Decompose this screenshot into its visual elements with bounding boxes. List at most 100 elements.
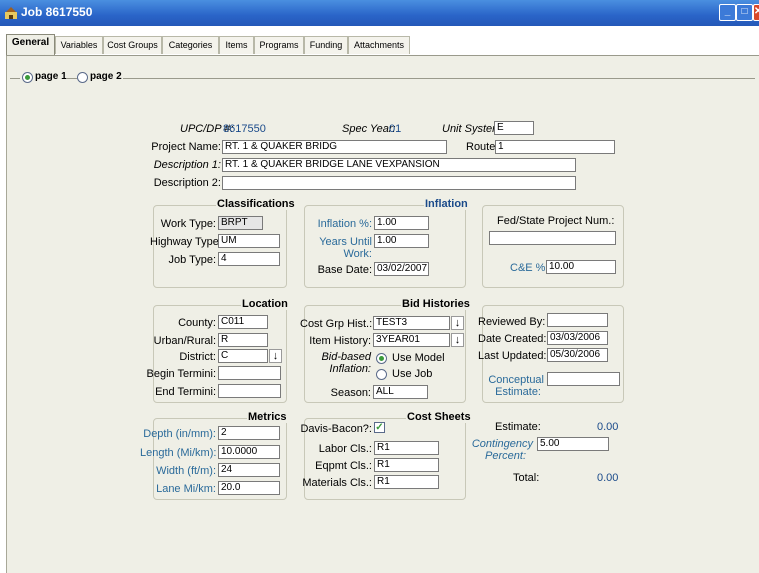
eqpmt-cls-label: Eqpmt Cls.: — [315, 460, 372, 472]
begin-termini-label: Begin Termini: — [146, 368, 217, 380]
use-job-label: Use Job — [392, 368, 433, 380]
conceptual-estimate-field[interactable] — [547, 372, 620, 386]
page-2-label: page 2 — [90, 71, 122, 82]
contingency-field[interactable]: 5.00 — [537, 437, 609, 451]
last-updated-field[interactable]: 05/30/2006 — [547, 348, 608, 362]
work-type-label: Work Type: — [160, 218, 216, 230]
page-2-radio[interactable] — [77, 72, 88, 83]
cost-grp-hist-label: Cost Grp Hist.: — [300, 318, 373, 330]
season-label: Season: — [330, 387, 371, 399]
spec-year-label: Spec Year: — [342, 123, 396, 135]
date-created-field[interactable]: 03/03/2006 — [547, 331, 608, 345]
ce-pct-field[interactable]: 10.00 — [546, 260, 616, 274]
bid-based-label: Bid-based — [321, 351, 371, 363]
bid-histories-title: Bid Histories — [401, 298, 471, 310]
description-1-field[interactable]: RT. 1 & QUAKER BRIDGE LANE VEXPANSION — [222, 158, 576, 172]
job-type-label: Job Type: — [168, 254, 217, 266]
base-date-field[interactable]: 03/02/2007 — [374, 262, 429, 276]
district-field[interactable]: C — [218, 349, 268, 363]
spec-year-value: 01 — [389, 123, 402, 135]
depth-label: Depth (in/mm): — [143, 428, 216, 440]
title-bar: Job 8617550 _ □ ✕ — [0, 0, 759, 26]
length-field[interactable]: 10.0000 — [218, 445, 280, 459]
county-label: County: — [178, 317, 216, 329]
classifications-title: Classifications — [216, 198, 296, 210]
urban-rural-label: Urban/Rural: — [153, 335, 216, 347]
unit-system-field[interactable]: E — [494, 121, 534, 135]
use-model-label: Use Model — [392, 352, 445, 364]
route-label: Route: — [466, 141, 499, 153]
years-until-field[interactable]: 1.00 — [374, 234, 429, 248]
tab-variables[interactable]: Variables — [55, 36, 103, 54]
tab-general[interactable]: General — [6, 34, 55, 55]
last-updated-label: Last Updated: — [478, 350, 547, 362]
item-history-field[interactable]: 3YEAR01 — [373, 333, 450, 347]
district-label: District: — [179, 351, 216, 363]
davis-bacon-label: Davis-Bacon?: — [300, 423, 372, 435]
eqpmt-cls-field[interactable]: R1 — [374, 458, 439, 472]
materials-cls-field[interactable]: R1 — [374, 475, 439, 489]
minimize-button[interactable]: _ — [719, 4, 736, 21]
project-name-label: Project Name: — [151, 141, 221, 153]
bid-based-label-2: Inflation: — [329, 363, 371, 375]
end-termini-field[interactable] — [218, 384, 281, 398]
labor-cls-field[interactable]: R1 — [374, 441, 439, 455]
location-title: Location — [241, 298, 289, 310]
lane-label: Lane Mi/km: — [156, 483, 216, 495]
width-field[interactable]: 24 — [218, 463, 280, 477]
width-label: Width (ft/m): — [156, 465, 216, 477]
inflation-pct-field[interactable]: 1.00 — [374, 216, 429, 230]
urban-rural-field[interactable]: R — [218, 333, 268, 347]
tab-items[interactable]: Items — [219, 36, 254, 54]
highway-type-label: Highway Type: — [150, 236, 222, 248]
job-type-field[interactable]: 4 — [218, 252, 280, 266]
maximize-button[interactable]: □ — [736, 4, 753, 21]
reviewed-by-label: Reviewed By: — [478, 316, 546, 328]
close-button[interactable]: ✕ — [753, 4, 759, 21]
tab-funding[interactable]: Funding — [304, 36, 348, 54]
season-field[interactable]: ALL — [373, 385, 428, 399]
district-dropdown-arrow-icon[interactable]: ↓ — [269, 349, 282, 363]
use-job-radio[interactable] — [376, 369, 387, 380]
fed-state-field[interactable] — [489, 231, 616, 245]
use-model-radio[interactable] — [376, 353, 387, 364]
estimate-value: 0.00 — [597, 421, 619, 433]
materials-cls-label: Materials Cls.: — [302, 477, 372, 489]
reviewed-by-field[interactable] — [547, 313, 608, 327]
lane-field[interactable]: 20.0 — [218, 481, 280, 495]
page-1-label: page 1 — [35, 71, 67, 82]
page-row-line-right — [123, 78, 755, 79]
years-until-label-2: Work: — [343, 248, 372, 260]
cost-grp-dropdown-arrow-icon[interactable]: ↓ — [451, 316, 464, 330]
item-history-dropdown-arrow-icon[interactable]: ↓ — [451, 333, 464, 347]
metrics-title: Metrics — [247, 411, 288, 423]
tab-categories[interactable]: Categories — [162, 36, 219, 54]
page-1-radio[interactable] — [22, 72, 33, 83]
estimate-label: Estimate: — [495, 421, 541, 433]
end-termini-label: End Termini: — [155, 386, 216, 398]
tab-cost-groups[interactable]: Cost Groups — [103, 36, 162, 54]
date-created-label: Date Created: — [478, 333, 547, 345]
inflation-pct-label: Inflation %: — [317, 218, 372, 230]
project-name-field[interactable]: RT. 1 & QUAKER BRIDG — [222, 140, 447, 154]
contingency-label-2: Percent: — [485, 450, 526, 462]
route-field[interactable]: 1 — [495, 140, 615, 154]
conceptual-estimate-label: Conceptual — [488, 374, 544, 386]
depth-field[interactable]: 2 — [218, 426, 280, 440]
cost-grp-hist-field[interactable]: TEST3 — [373, 316, 450, 330]
labor-cls-label: Labor Cls.: — [318, 443, 372, 455]
work-type-field[interactable]: BRPT — [218, 216, 263, 230]
fed-state-label: Fed/State Project Num.: — [497, 215, 615, 227]
length-label: Length (Mi/km): — [140, 447, 217, 459]
tab-programs[interactable]: Programs — [254, 36, 304, 54]
total-label: Total: — [513, 472, 540, 484]
window-title: Job 8617550 — [21, 5, 93, 19]
tab-attachments[interactable]: Attachments — [348, 36, 410, 54]
description-2-label: Description 2: — [153, 177, 221, 189]
highway-type-field[interactable]: UM — [218, 234, 280, 248]
conceptual-estimate-label-2: Estimate: — [495, 386, 541, 398]
davis-bacon-checkbox[interactable]: ✓ — [374, 422, 385, 433]
description-2-field[interactable] — [222, 176, 576, 190]
county-field[interactable]: C011 — [218, 315, 268, 329]
begin-termini-field[interactable] — [218, 366, 281, 380]
